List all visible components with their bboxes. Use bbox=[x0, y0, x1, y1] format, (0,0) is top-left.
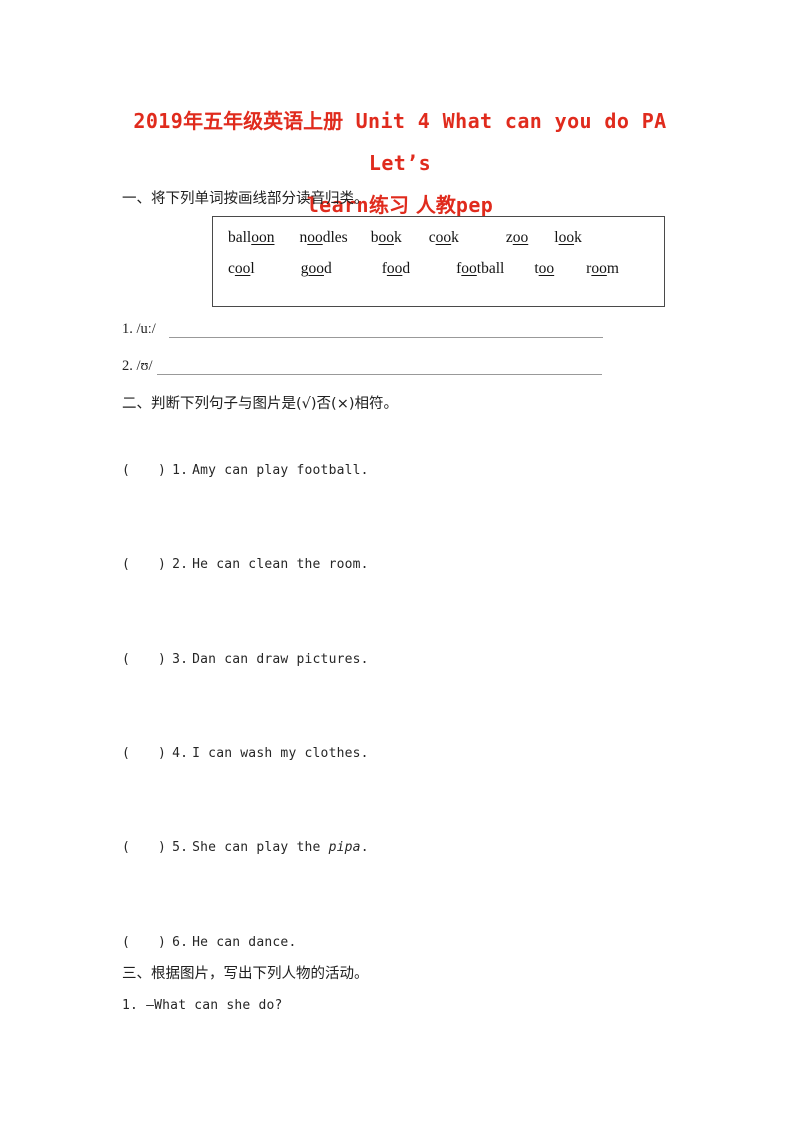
phonetic-number: 2. bbox=[122, 358, 133, 374]
item-number: 5. bbox=[172, 840, 189, 855]
phonetic-answer-row: 2. /ʊ/ bbox=[122, 358, 603, 375]
word-item: book bbox=[370, 229, 402, 246]
section-one-heading: 一、将下列单词按画线部分读音归类。 bbox=[122, 191, 369, 207]
title-line-1-english: Unit 4 What can you do PA Let’s bbox=[355, 109, 667, 175]
word-item: football bbox=[456, 260, 505, 277]
phonetic-answer-row: 1. /uː/ bbox=[122, 321, 604, 338]
phonetic-number: 1. bbox=[122, 321, 133, 337]
item-number: 3. bbox=[172, 652, 189, 667]
title-line-1: 2019年五年级英语上册 Unit 4 What can you do PA L… bbox=[133, 109, 666, 175]
answer-bracket-close: ) bbox=[158, 463, 167, 478]
answer-bracket[interactable]: ( bbox=[122, 935, 130, 950]
word-item: noodles bbox=[299, 229, 348, 246]
item-sentence-tail: . bbox=[360, 840, 369, 855]
word-bank-box: balloon noodles book cook zoo look cool good fo… bbox=[212, 216, 665, 307]
phonetic-symbol: /uː/ bbox=[136, 321, 156, 337]
answer-bracket[interactable]: ( bbox=[122, 840, 130, 855]
word-item: good bbox=[300, 260, 332, 277]
word-bank-row: cool good food football too room bbox=[213, 260, 664, 278]
answer-blank-line[interactable] bbox=[157, 360, 603, 375]
item-sentence: Amy can play football. bbox=[192, 463, 369, 478]
word-item: room bbox=[586, 260, 619, 277]
section-three-item: 1. —What can she do? bbox=[122, 998, 283, 1013]
item-number: 6. bbox=[172, 935, 189, 950]
judgement-item: () 4. I can wash my clothes. bbox=[122, 746, 369, 761]
answer-bracket-close: ) bbox=[158, 557, 167, 572]
title-line-2-suffix: pep bbox=[455, 193, 494, 217]
item-sentence: He can dance. bbox=[192, 935, 297, 950]
judgement-item: () 3. Dan can draw pictures. bbox=[122, 652, 369, 667]
item-sentence-italic: pipa bbox=[328, 840, 361, 855]
answer-bracket-close: ) bbox=[158, 840, 167, 855]
answer-bracket[interactable]: ( bbox=[122, 463, 130, 478]
item-number: 4. bbox=[172, 746, 189, 761]
word-item: zoo bbox=[505, 229, 529, 246]
item-sentence: He can clean the room. bbox=[192, 557, 369, 572]
word-item: balloon bbox=[228, 229, 275, 246]
phonetic-symbol: /ʊ/ bbox=[136, 358, 153, 374]
word-bank-row: balloon noodles book cook zoo look bbox=[213, 229, 664, 247]
word-item: food bbox=[381, 260, 411, 277]
answer-bracket[interactable]: ( bbox=[122, 557, 130, 572]
answer-bracket-close: ) bbox=[158, 746, 167, 761]
title-line-1-chinese: 年五年级英语上册 bbox=[183, 109, 344, 133]
word-item: too bbox=[534, 260, 555, 277]
word-item: cook bbox=[428, 229, 459, 246]
item-sentence: I can wash my clothes. bbox=[192, 746, 369, 761]
item-sentence: She can play the bbox=[192, 840, 329, 855]
item-number: 1. bbox=[172, 463, 189, 478]
word-item: look bbox=[554, 229, 582, 246]
judgement-item: () 2. He can clean the room. bbox=[122, 557, 369, 572]
title-year: 2019 bbox=[133, 109, 184, 133]
answer-bracket[interactable]: ( bbox=[122, 652, 130, 667]
item-question: —What can she do? bbox=[146, 998, 283, 1013]
title-line-2-chinese: 练习 人教 bbox=[368, 193, 456, 217]
judgement-item: () 6. He can dance. bbox=[122, 935, 296, 950]
section-three-heading: 三、根据图片，写出下列人物的活动。 bbox=[122, 966, 369, 982]
worksheet-page: 2019年五年级英语上册 Unit 4 What can you do PA L… bbox=[0, 0, 800, 1132]
word-item: cool bbox=[228, 260, 255, 277]
item-sentence: Dan can draw pictures. bbox=[192, 652, 369, 667]
answer-bracket-close: ) bbox=[158, 652, 167, 667]
answer-bracket[interactable]: ( bbox=[122, 746, 130, 761]
judgement-item: () 5. She can play the pipa. bbox=[122, 840, 369, 855]
answer-blank-line[interactable] bbox=[169, 323, 604, 338]
item-number: 2. bbox=[172, 557, 189, 572]
judgement-item: () 1. Amy can play football. bbox=[122, 463, 369, 478]
item-number: 1. bbox=[122, 998, 139, 1013]
answer-bracket-close: ) bbox=[158, 935, 167, 950]
section-two-heading: 二、判断下列句子与图片是(√)否(×)相符。 bbox=[122, 396, 399, 412]
